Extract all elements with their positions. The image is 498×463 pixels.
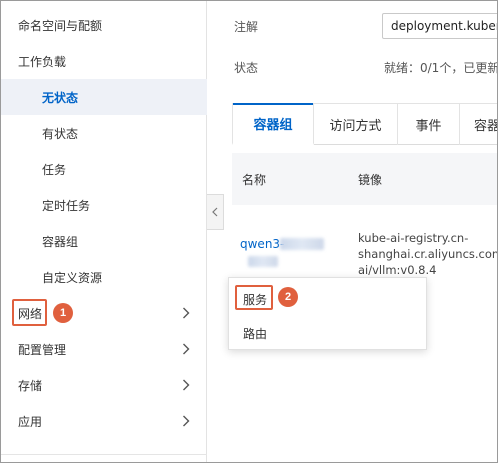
sidebar-item-label: 任务 — [42, 162, 67, 177]
status-label: 状态 — [234, 61, 259, 75]
sidebar-item-label: 配置管理 — [18, 342, 67, 357]
network-highlight-box — [12, 299, 47, 326]
pod-name-link[interactable]: qwen3- — [240, 237, 284, 251]
main-content: 注解 deployment.kubernetes 状态 就绪：0/1个，已更新：… — [208, 1, 498, 462]
sidebar-item-label: 存储 — [18, 378, 43, 393]
chevron-right-icon — [177, 412, 195, 430]
app-frame: 命名空间与配额 工作负载 无状态 有状态 任务 定时任务 容器组 自定义资源 网… — [0, 0, 498, 463]
tab-label: 访问方式 — [329, 119, 382, 134]
tab-containers[interactable]: 容器 — [460, 103, 498, 145]
chevron-right-icon — [177, 376, 195, 394]
sidebar-item-label: 应用 — [18, 414, 43, 429]
table-header: 名称 镜像 — [232, 153, 497, 205]
tab-label: 事件 — [415, 119, 442, 134]
tab-label: 容器 — [474, 119, 498, 134]
redacted-name-part — [280, 238, 324, 250]
status-value: 就绪：0/1个，已更新：1个 — [384, 61, 497, 75]
tab-events[interactable]: 事件 — [398, 103, 460, 145]
sidebar-item-label: 工作负载 — [18, 54, 67, 69]
sidebar-item-jobs[interactable]: 任务 — [1, 151, 207, 187]
sidebar-item-workloads[interactable]: 工作负载 — [1, 43, 207, 79]
tab-access-methods[interactable]: 访问方式 — [314, 103, 398, 145]
sidebar-nav: 命名空间与配额 工作负载 无状态 有状态 任务 定时任务 容器组 自定义资源 网… — [1, 1, 207, 462]
chevron-right-icon — [177, 304, 195, 322]
sidebar-item-label: 自定义资源 — [42, 270, 103, 285]
sidebar-item-deployments[interactable]: 无状态 — [1, 79, 207, 115]
sidebar-item-label: 有状态 — [42, 126, 79, 141]
tab-pods[interactable]: 容器组 — [232, 103, 314, 145]
sidebar-item-namespaces[interactable]: 命名空间与配额 — [1, 7, 207, 43]
annotation-field[interactable]: deployment.kubernetes — [382, 13, 497, 39]
redacted-name-part — [248, 256, 278, 267]
column-header-image: 镜像 — [358, 173, 383, 187]
annotation-value: deployment.kubernetes — [391, 19, 497, 33]
chevron-right-icon — [177, 340, 195, 358]
sidebar-item-label: 命名空间与配额 — [18, 18, 103, 33]
sidebar-item-statefulsets[interactable]: 有状态 — [1, 115, 207, 151]
submenu-item-label: 路由 — [243, 326, 268, 341]
detail-tabs: 容器组 访问方式 事件 容器 — [232, 103, 498, 145]
sidebar-item-applications[interactable]: 应用 — [1, 403, 207, 439]
sidebar-item-label: 容器组 — [42, 234, 79, 249]
image-value: kube-ai-registry.cn-shanghai.cr.aliyuncs… — [358, 231, 497, 277]
sidebar-item-storage[interactable]: 存储 — [1, 367, 207, 403]
step-badge-2: 2 — [278, 287, 298, 307]
service-highlight-box — [235, 285, 273, 310]
sidebar-item-label: 无状态 — [42, 90, 79, 105]
annotation-label: 注解 — [234, 20, 259, 34]
sidebar-item-pods[interactable]: 容器组 — [1, 223, 207, 259]
step-badge-1: 1 — [53, 303, 73, 323]
sidebar-item-config[interactable]: 配置管理 — [1, 331, 207, 367]
sidebar-item-cronjobs[interactable]: 定时任务 — [1, 187, 207, 223]
tab-label: 容器组 — [253, 118, 293, 133]
sidebar-divider — [1, 454, 207, 455]
submenu-item-ingresses[interactable]: 路由 — [229, 316, 428, 350]
sidebar-item-custom-resources[interactable]: 自定义资源 — [1, 259, 207, 295]
column-header-name: 名称 — [242, 173, 267, 187]
sidebar-item-label: 定时任务 — [42, 198, 91, 213]
